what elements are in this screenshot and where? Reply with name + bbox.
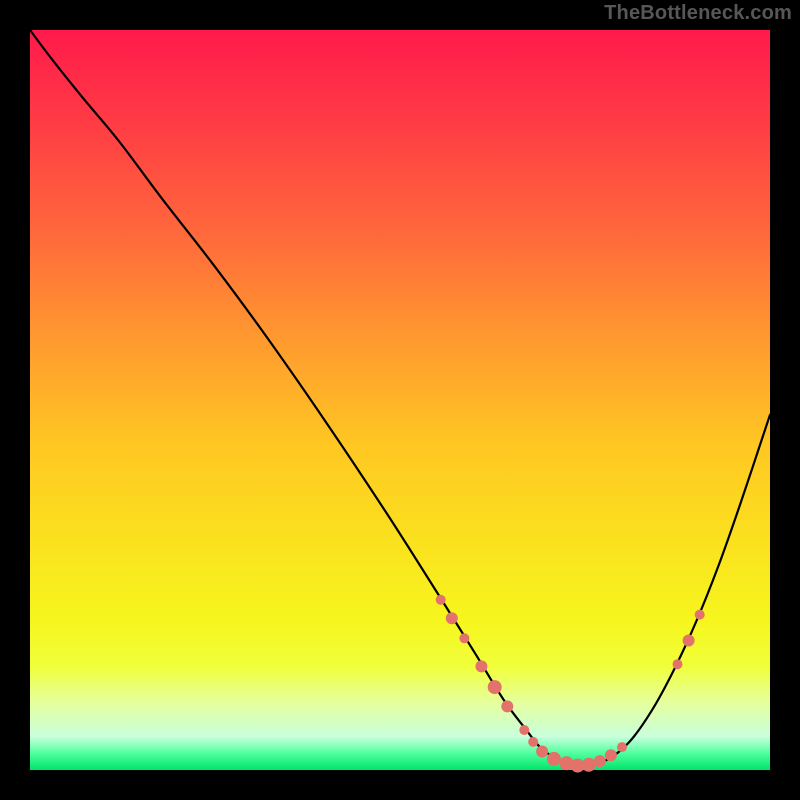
data-point — [475, 660, 487, 672]
data-point — [488, 680, 502, 694]
watermark-text: TheBottleneck.com — [604, 2, 792, 25]
data-point — [594, 755, 606, 767]
data-point — [582, 758, 596, 772]
chart-plot-area — [30, 30, 770, 770]
data-point — [683, 635, 695, 647]
data-point — [459, 633, 469, 643]
data-point — [436, 595, 446, 605]
data-point — [673, 659, 683, 669]
data-point — [617, 742, 627, 752]
data-point — [695, 610, 705, 620]
chart-svg — [30, 30, 770, 770]
data-point — [605, 749, 617, 761]
chart-curve — [30, 30, 770, 766]
data-point — [501, 700, 513, 712]
chart-data-points — [436, 595, 705, 773]
data-point — [446, 612, 458, 624]
data-point — [547, 752, 561, 766]
data-point — [536, 746, 548, 758]
data-point — [528, 737, 538, 747]
data-point — [519, 725, 529, 735]
